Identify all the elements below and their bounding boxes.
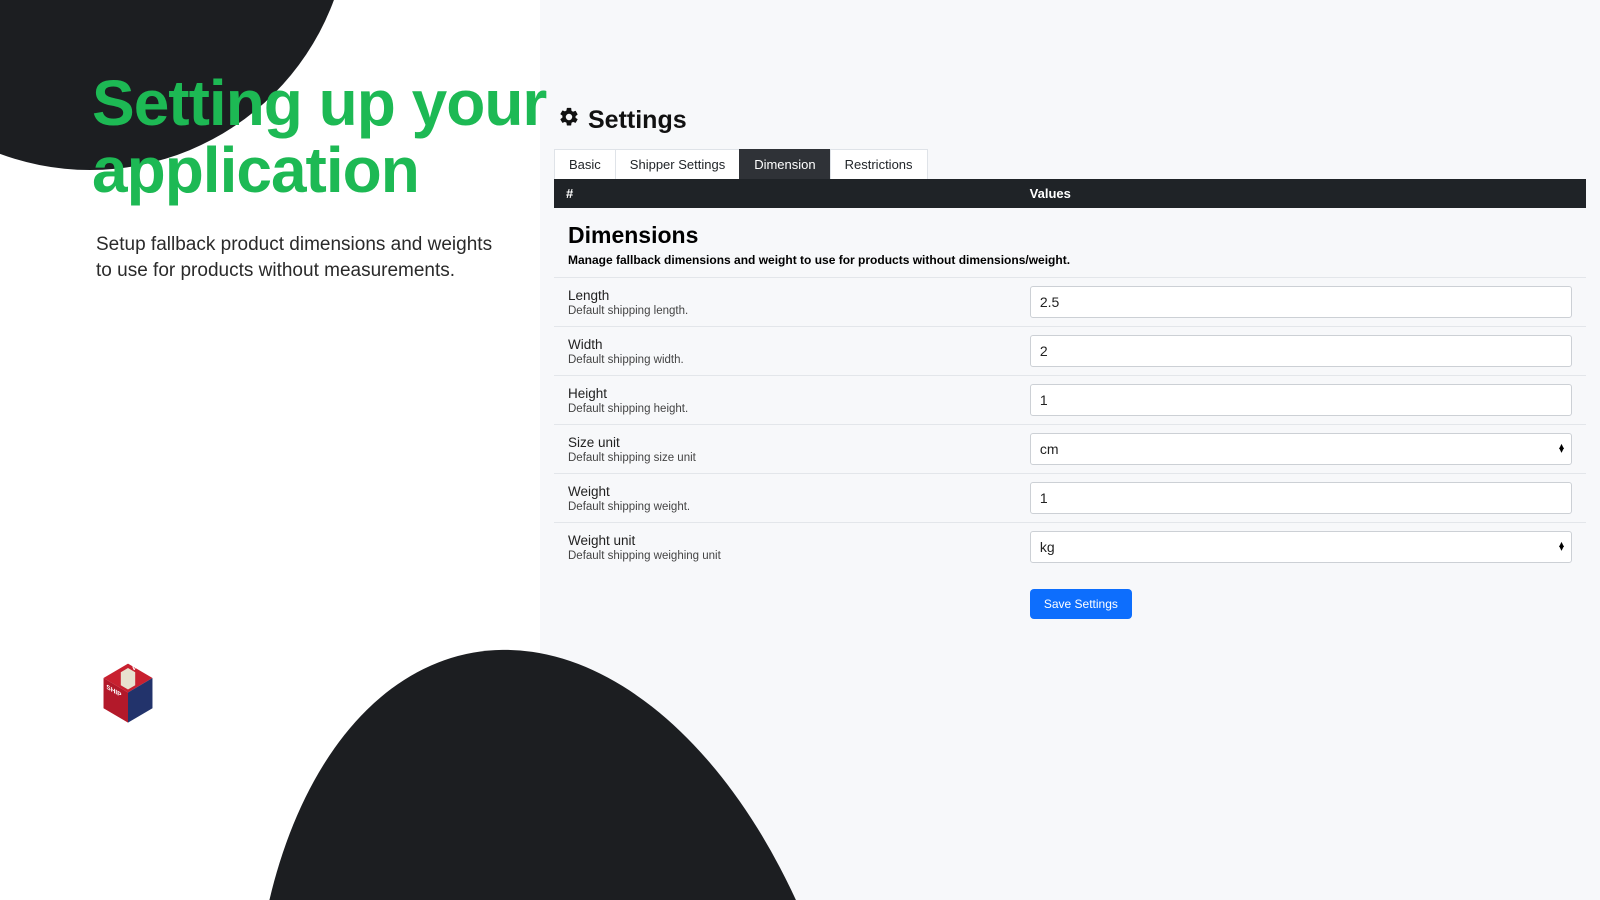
- tab-dimension[interactable]: Dimension: [739, 149, 830, 179]
- field-desc-size_unit: Default shipping size unit: [568, 452, 1030, 464]
- field-label-weight_unit: Weight unit: [568, 533, 1030, 548]
- field-desc-weight: Default shipping weight.: [568, 501, 1030, 513]
- svg-text:VISTA: VISTA: [132, 656, 151, 673]
- gear-icon: [558, 106, 580, 135]
- save-settings-button[interactable]: Save Settings: [1030, 589, 1132, 619]
- field-label-weight: Weight: [568, 484, 1030, 499]
- field-row-weight: Weight Default shipping weight.: [554, 473, 1586, 522]
- page-title: Setting up yourapplication: [92, 70, 546, 204]
- field-row-length: Length Default shipping length.: [554, 277, 1586, 326]
- field-label-size_unit: Size unit: [568, 435, 1030, 450]
- weight_unit-select[interactable]: kg: [1030, 531, 1572, 563]
- tab-shipper-settings[interactable]: Shipper Settings: [615, 149, 740, 179]
- tab-restrictions[interactable]: Restrictions: [830, 149, 928, 179]
- field-row-width: Width Default shipping width.: [554, 326, 1586, 375]
- field-row-size_unit: Size unit Default shipping size unitcm: [554, 424, 1586, 473]
- tab-basic[interactable]: Basic: [554, 149, 616, 179]
- field-row-weight_unit: Weight unit Default shipping weighing uni…: [554, 522, 1586, 571]
- page-subtitle: Setup fallback product dimensions and we…: [96, 232, 496, 283]
- field-desc-length: Default shipping length.: [568, 305, 1030, 317]
- settings-tabs: BasicShipper SettingsDimensionRestrictio…: [554, 149, 1586, 179]
- field-label-length: Length: [568, 288, 1030, 303]
- field-label-height: Height: [568, 386, 1030, 401]
- field-row-height: Height Default shipping height.: [554, 375, 1586, 424]
- settings-heading: Settings: [558, 106, 1586, 135]
- height-input[interactable]: [1030, 384, 1572, 416]
- field-desc-height: Default shipping height.: [568, 403, 1030, 415]
- field-desc-width: Default shipping width.: [568, 354, 1030, 366]
- section-title: Dimensions: [568, 222, 1572, 249]
- shipvista-logo: SHIP VISTA: [92, 655, 164, 732]
- table-header-key: #: [566, 186, 1030, 201]
- table-header: # Values: [554, 179, 1586, 208]
- weight-input[interactable]: [1030, 482, 1572, 514]
- table-header-values: Values: [1030, 186, 1574, 201]
- field-label-width: Width: [568, 337, 1030, 352]
- size_unit-select[interactable]: cm: [1030, 433, 1572, 465]
- width-input[interactable]: [1030, 335, 1572, 367]
- length-input[interactable]: [1030, 286, 1572, 318]
- section-caption: Manage fallback dimensions and weight to…: [568, 253, 1572, 267]
- field-desc-weight_unit: Default shipping weighing unit: [568, 550, 1030, 562]
- settings-heading-text: Settings: [588, 106, 687, 135]
